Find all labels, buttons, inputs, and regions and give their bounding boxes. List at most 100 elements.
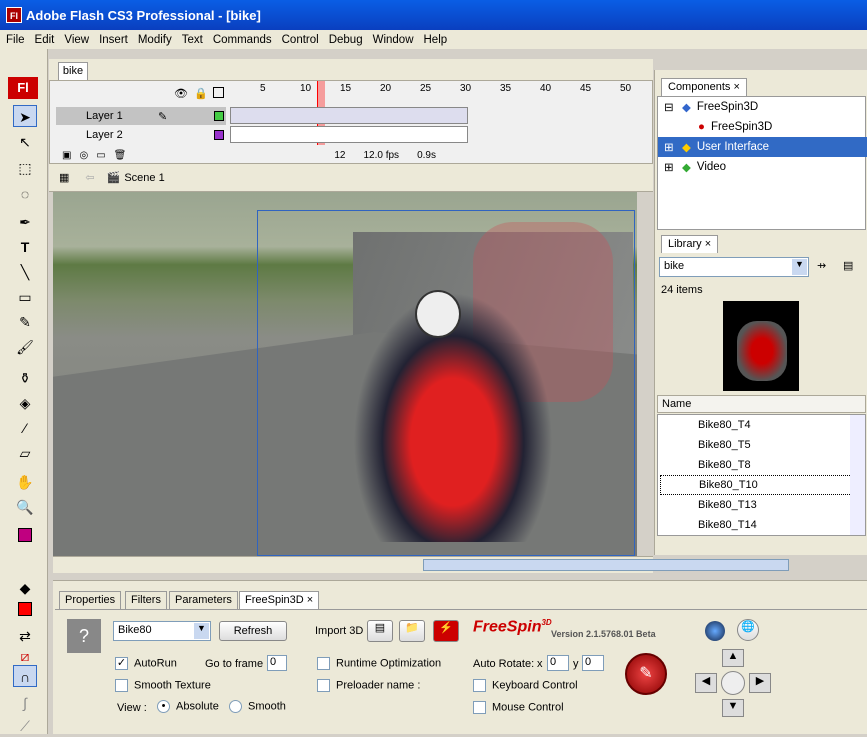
frame-span-layer2[interactable]	[230, 126, 468, 143]
close-icon[interactable]: ×	[705, 238, 711, 250]
menu-control[interactable]: Control	[282, 34, 319, 46]
list-item[interactable]: Bike80_T8	[660, 455, 852, 475]
tab-parameters[interactable]: Parameters	[169, 591, 238, 609]
globe-icon[interactable]: 🌐	[737, 619, 759, 641]
free-transform-icon[interactable]: ⬚	[13, 157, 37, 179]
menu-window[interactable]: Window	[373, 34, 414, 46]
subselection-tool-icon[interactable]: ↖	[13, 131, 37, 153]
tree-item-video[interactable]: ⊞ ◆ Video	[658, 157, 867, 177]
freespin-play-button[interactable]: ✎	[625, 653, 667, 695]
eye-icon[interactable]: 👁	[174, 87, 188, 100]
hand-icon[interactable]: ✋	[13, 471, 37, 493]
swap-colors-icon[interactable]: ⇄	[13, 625, 37, 647]
direction-pad[interactable]: ▲ ▼ ◀ ▶	[695, 649, 771, 717]
components-tab[interactable]: Components ×	[661, 78, 747, 96]
arrow-up-icon[interactable]: ▲	[722, 649, 744, 667]
library-column-header[interactable]: Name	[657, 395, 866, 413]
autorun-checkbox[interactable]: ✓ AutoRun	[115, 657, 177, 670]
menu-edit[interactable]: Edit	[35, 34, 55, 46]
mouse-checkbox[interactable]: Mouse Control	[473, 701, 564, 714]
add-guide-icon[interactable]: ◎	[79, 150, 88, 161]
absolute-radio[interactable]: • Absolute	[157, 700, 219, 713]
list-item[interactable]: Bike80_T5	[660, 435, 852, 455]
keyboard-checkbox[interactable]: Keyboard Control	[473, 679, 578, 692]
tab-filters[interactable]: Filters	[125, 591, 167, 609]
back-arrow-icon[interactable]: ⇦	[85, 171, 94, 184]
frame-span-layer1[interactable]	[230, 107, 468, 124]
list-item[interactable]: Bike80_T14	[660, 515, 852, 535]
list-item[interactable]: Bike80_T4	[660, 415, 852, 435]
list-item-selected[interactable]: Bike80_T10	[660, 475, 852, 495]
lasso-icon[interactable]: ◌	[13, 183, 37, 205]
menu-file[interactable]: File	[6, 34, 25, 46]
chevron-down-icon[interactable]: ▼	[792, 259, 807, 275]
tree-item-freespin3d-child[interactable]: ● FreeSpin3D	[658, 117, 867, 137]
eyedropper-icon[interactable]: ⁄	[13, 417, 37, 439]
add-folder-icon[interactable]: ▭	[96, 150, 105, 161]
horizontal-scrollbar[interactable]	[53, 556, 789, 573]
text-tool-icon[interactable]: T	[13, 236, 37, 258]
tab-freespin3d[interactable]: FreeSpin3D ×	[239, 591, 320, 609]
import-file-icon[interactable]: ▤	[367, 620, 393, 642]
smooth-texture-checkbox[interactable]: Smooth Texture	[115, 679, 211, 692]
library-tab[interactable]: Library ×	[661, 235, 719, 253]
center-icon[interactable]	[721, 671, 745, 695]
fill-color-icon[interactable]	[13, 597, 37, 619]
scene-label[interactable]: Scene 1	[124, 172, 164, 184]
pin-icon[interactable]: ⇸	[817, 259, 826, 272]
arrow-right-icon[interactable]: ▶	[749, 673, 771, 693]
library-select[interactable]: bike ▼	[659, 257, 809, 277]
eraser-icon[interactable]: ▱	[13, 442, 37, 464]
runtime-opt-checkbox[interactable]: Runtime Optimization	[317, 657, 441, 670]
menu-text[interactable]: Text	[182, 34, 203, 46]
sphere-icon[interactable]	[705, 621, 725, 641]
close-icon[interactable]: ×	[733, 81, 739, 93]
snap-magnet-icon[interactable]: ∩	[13, 665, 37, 687]
model-select[interactable]: Bike80 ▼	[113, 621, 211, 641]
rotate-x-input[interactable]: 0	[547, 655, 569, 671]
menu-commands[interactable]: Commands	[213, 34, 272, 46]
stroke-color-icon[interactable]	[13, 523, 37, 545]
rectangle-tool-icon[interactable]: ▭	[13, 286, 37, 308]
document-tab[interactable]: bike	[58, 62, 88, 80]
rotate-y-input[interactable]: 0	[582, 655, 604, 671]
pen-icon[interactable]: ✒	[13, 211, 37, 233]
chevron-down-icon[interactable]: ▼	[194, 623, 209, 639]
layer-color-icon[interactable]	[214, 111, 224, 121]
menu-help[interactable]: Help	[424, 34, 448, 46]
fill-bucket-icon[interactable]: ◆	[13, 577, 37, 599]
layer-row-1[interactable]: Layer 1 ✎	[56, 107, 226, 125]
tab-properties[interactable]: Properties	[59, 591, 122, 609]
brush-icon[interactable]: 🖌	[13, 336, 37, 358]
tree-item-user-interface[interactable]: ⊞ ◆ User Interface	[658, 137, 867, 157]
layer-row-2[interactable]: Layer 2	[56, 126, 226, 144]
add-layer-icon[interactable]: ▣	[62, 150, 71, 161]
scroll-thumb[interactable]	[423, 559, 789, 571]
smooth-icon[interactable]: ∫	[13, 692, 37, 714]
no-color-icon[interactable]: ⧄	[13, 645, 37, 667]
freespin-action-icon[interactable]: ⚡	[433, 620, 459, 642]
stage[interactable]	[53, 192, 637, 556]
arrow-left-icon[interactable]: ◀	[695, 673, 717, 693]
menu-insert[interactable]: Insert	[99, 34, 128, 46]
arrow-down-icon[interactable]: ▼	[722, 699, 744, 717]
layer-color-icon[interactable]	[214, 130, 224, 140]
frame-grid[interactable]: 5 10 15 20 25 30 35 40 45 50	[230, 81, 653, 145]
goto-frame-input[interactable]: 0	[267, 655, 287, 671]
delete-layer-icon[interactable]: 🗑	[114, 150, 127, 161]
menu-debug[interactable]: Debug	[329, 34, 363, 46]
library-scrollbar[interactable]	[850, 415, 865, 535]
open-folder-icon[interactable]: 📁	[399, 620, 425, 642]
menu-modify[interactable]: Modify	[138, 34, 172, 46]
list-item[interactable]: Bike80_T13	[660, 495, 852, 515]
tree-item-freespin3d[interactable]: ⊟ ◆ FreeSpin3D	[658, 97, 867, 117]
smooth-radio[interactable]: Smooth	[229, 700, 286, 713]
ink-bottle-icon[interactable]: ⚱	[13, 367, 37, 389]
selection-tool-icon[interactable]: ➤	[13, 105, 37, 127]
line-tool-icon[interactable]: ╲	[13, 261, 37, 283]
outline-icon[interactable]	[213, 87, 224, 98]
new-library-icon[interactable]: ▤	[843, 259, 853, 272]
preloader-checkbox[interactable]: Preloader name :	[317, 679, 420, 692]
refresh-button[interactable]: Refresh	[219, 621, 287, 641]
paint-bucket-icon[interactable]: ◈	[13, 392, 37, 414]
